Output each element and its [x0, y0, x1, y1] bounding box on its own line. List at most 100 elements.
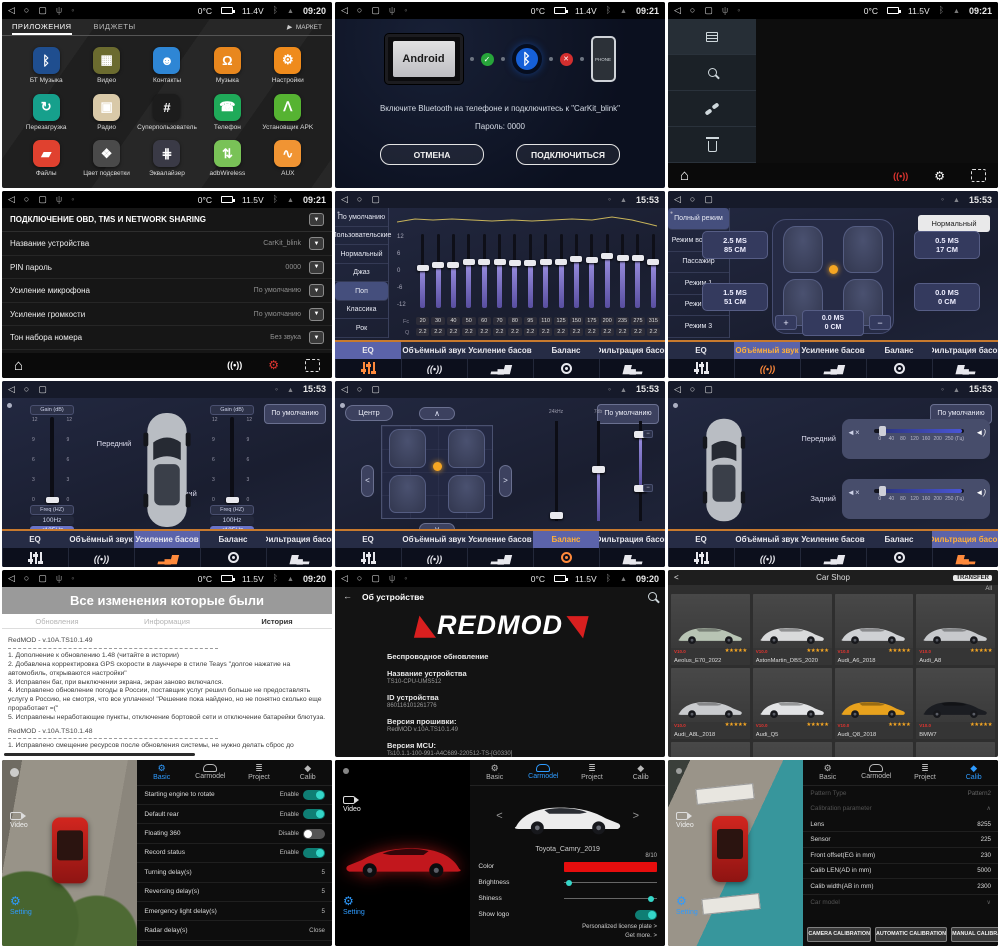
settings-tab[interactable]: Basic	[470, 760, 519, 785]
rear-crossover-handle[interactable]	[879, 486, 886, 496]
eq-preset[interactable]: Пользовательские	[335, 227, 388, 245]
app-shortcut[interactable]: ⇅ adbWireless	[197, 136, 257, 183]
param-row[interactable]: Sensor 225	[803, 832, 998, 848]
home-circle-icon[interactable]	[690, 6, 695, 15]
back-icon[interactable]	[341, 6, 348, 15]
settings-row[interactable]: Усиление микрофона По умолчанию	[2, 279, 332, 303]
sound-tab[interactable]: Фильтрация басов	[599, 531, 665, 548]
settings-row[interactable]: Emergency light delay(s) 5	[137, 902, 332, 921]
gear-icon[interactable]	[268, 358, 279, 372]
settings-row[interactable]: Тон набора номера Без звука	[2, 326, 332, 350]
recents-icon[interactable]	[38, 195, 47, 204]
settings-tab[interactable]: Basic	[137, 760, 186, 785]
eq-band[interactable]	[446, 234, 461, 311]
car-card[interactable]	[753, 742, 832, 756]
dropdown-button[interactable]	[309, 261, 324, 274]
front-crossover-slider[interactable]: 04080120160200250(Гц)	[842, 419, 990, 459]
car-card[interactable]: V10.0 ★★★★★ Audi_A8L_2018	[671, 668, 750, 739]
settings-tab[interactable]: Project	[235, 760, 284, 785]
app-shortcut[interactable]: ▣ Радио	[76, 89, 136, 136]
recents-icon[interactable]	[704, 385, 713, 394]
app-shortcut[interactable]: # Суперпользователь	[137, 89, 197, 136]
eq-slider-handle[interactable]	[632, 255, 644, 261]
home-icon[interactable]	[14, 357, 23, 374]
sound-focus-point[interactable]	[829, 265, 838, 274]
sound-tab[interactable]: Баланс	[200, 531, 266, 548]
sound-tab[interactable]: Объёмный звук	[734, 342, 800, 359]
recents-icon[interactable]	[371, 6, 380, 15]
home-circle-icon[interactable]	[357, 574, 362, 583]
back-icon[interactable]	[674, 195, 681, 204]
settings-tab[interactable]: Carmodel	[852, 760, 901, 785]
eq-slider-handle[interactable]	[447, 262, 459, 268]
eq-preset[interactable]: Нормальный	[335, 245, 388, 263]
calibration-button[interactable]: MANUAL CALIBRATION	[951, 927, 998, 942]
recents-icon[interactable]	[704, 195, 713, 204]
car-card[interactable]: V10.0 ★★★★★ BMW7	[916, 668, 995, 739]
eq-slider-handle[interactable]	[478, 259, 490, 265]
freq-option[interactable]: 100Hz	[30, 516, 74, 525]
eq-slider-handle[interactable]	[617, 255, 629, 261]
video-button[interactable]: Video	[676, 812, 694, 829]
home-circle-icon[interactable]	[690, 385, 695, 394]
balance-seat-map[interactable]	[381, 425, 493, 519]
eq-band[interactable]	[630, 234, 645, 311]
home-circle-icon[interactable]	[24, 195, 29, 204]
back-icon[interactable]	[341, 195, 348, 204]
home-circle-icon[interactable]	[690, 195, 695, 204]
eq-slider-handle[interactable]	[601, 253, 613, 259]
car-card[interactable]: V10.0 ★★★★★ Audi_A6_2018	[835, 594, 914, 665]
eq-slider-handle[interactable]	[586, 257, 598, 263]
cancel-button[interactable]: ОТМЕНА	[380, 144, 484, 165]
param-row[interactable]: Lens 8255	[803, 817, 998, 833]
sound-tab[interactable]: Баланс	[533, 342, 599, 359]
normal-mode-button[interactable]: Нормальный	[918, 215, 990, 232]
app-shortcut[interactable]: ↻ Перезагрузка	[16, 89, 76, 136]
sidebar-item-delete[interactable]	[668, 127, 756, 163]
settings-tab[interactable]: Calib	[616, 760, 665, 785]
back-icon[interactable]	[341, 385, 348, 394]
eq-band[interactable]	[461, 234, 476, 311]
recents-icon[interactable]	[371, 385, 380, 394]
sub-gain-handle[interactable]	[592, 466, 605, 473]
app-shortcut[interactable]: ▰ Файлы	[16, 136, 76, 183]
car-card[interactable]: V10.0 ★★★★★ Audi_A8	[916, 594, 995, 665]
app-shortcut[interactable]: ☻ Контакты	[137, 42, 197, 89]
speaker-icon[interactable]	[975, 488, 986, 497]
show-logo-toggle[interactable]	[635, 910, 657, 920]
sound-tab[interactable]: Баланс	[866, 531, 932, 548]
settings-row[interactable]: Default rear Enable	[137, 805, 332, 824]
settings-tab[interactable]: Basic	[803, 760, 852, 785]
car-card[interactable]: V10.0 ★★★★★ Audi_Q8_2018	[835, 668, 914, 739]
param-row[interactable]: Calib LEN(AD in mm) 5000	[803, 864, 998, 880]
eq-band[interactable]	[646, 234, 661, 311]
sidebar-item-search[interactable]	[668, 55, 756, 91]
eq-slider-handle[interactable]	[524, 260, 536, 266]
toggle-switch[interactable]	[303, 790, 325, 800]
settings-row[interactable]: Record status Enable	[137, 844, 332, 863]
sound-tab[interactable]: Фильтрация басов	[599, 342, 665, 359]
video-button[interactable]: Video	[343, 796, 361, 813]
recents-icon[interactable]	[38, 6, 47, 15]
settings-row[interactable]: Floating 360 Disable	[137, 824, 332, 843]
eq-preset[interactable]: Классика	[335, 301, 388, 319]
dropdown-button[interactable]	[309, 308, 324, 321]
settings-row[interactable]: Turning delay(s) 5	[137, 863, 332, 882]
eq-preset[interactable]: Поп	[335, 282, 388, 300]
upper-minus-chip[interactable]	[643, 430, 653, 438]
eq-slider-handle[interactable]	[570, 256, 582, 262]
back-icon[interactable]	[8, 6, 15, 15]
scrollbar[interactable]	[4, 753, 195, 756]
front-crossover-handle[interactable]	[879, 426, 886, 436]
get-more-link[interactable]: Get more. >	[582, 932, 657, 942]
car-card[interactable]	[671, 742, 750, 756]
app-shortcut[interactable]: ⴷ Установщик APK	[258, 89, 318, 136]
settings-tab[interactable]: Calib	[949, 760, 998, 785]
settings-row[interactable]: Reversing delay(s) 5	[137, 883, 332, 902]
spdif-freq-slider[interactable]: 24kHz Spdif Freq	[541, 421, 571, 521]
balance-position-dot[interactable]	[433, 462, 442, 471]
spdif-handle[interactable]	[550, 512, 563, 519]
sound-tab[interactable]: Объёмный звук	[68, 531, 134, 548]
listening-mode[interactable]: Полный режим	[668, 208, 729, 230]
fader-front-button[interactable]	[419, 407, 455, 420]
